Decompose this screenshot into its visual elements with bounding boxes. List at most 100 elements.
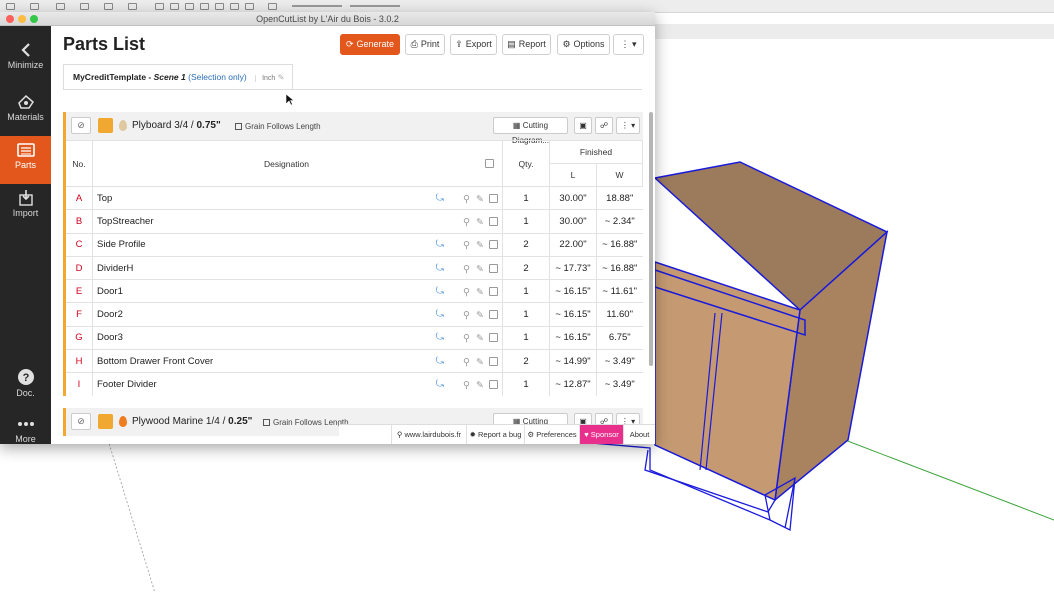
table-row[interactable]: D DividerH ⤿ ⚲ ✎ 2 ~ 17.73" ~ 16.88" — [64, 255, 643, 280]
column-header-designation[interactable]: Designation — [92, 140, 503, 187]
row-checkbox[interactable] — [489, 380, 498, 390]
part-id: C — [64, 232, 93, 257]
pencil-icon[interactable]: ✎ — [475, 287, 484, 298]
minimize-window-button[interactable] — [18, 15, 26, 23]
pencil-icon[interactable]: ✎ — [475, 357, 484, 368]
part-name: TopStreacher — [92, 209, 425, 234]
sidebar: Minimize Materials Parts Import ? Doc. M… — [0, 26, 51, 444]
toggle-visibility-icon[interactable]: ⊘ — [71, 413, 91, 430]
row-checkbox[interactable] — [489, 333, 498, 343]
search-icon[interactable]: ⚲ — [461, 287, 470, 298]
generate-button[interactable]: ⟳ Generate — [340, 34, 400, 55]
rotated-icon: ⤿ — [435, 262, 444, 274]
search-icon[interactable]: ⚲ — [461, 333, 470, 344]
pencil-icon[interactable]: ✎ — [475, 217, 484, 228]
part-quantity: 2 — [502, 349, 550, 373]
close-window-button[interactable] — [6, 15, 14, 23]
search-icon[interactable]: ⚲ — [461, 380, 470, 391]
export-button[interactable]: ⇪ Export — [450, 34, 497, 55]
part-name: DividerH — [92, 255, 425, 280]
table-row[interactable]: A Top ⤿ ⚲ ✎ 1 30.00" 18.88" — [64, 185, 643, 210]
row-checkbox[interactable] — [489, 216, 498, 226]
pencil-icon[interactable]: ✎ — [475, 380, 484, 391]
part-length: ~ 12.87" — [549, 372, 597, 397]
more-menu-button[interactable]: ⋮ ▾ — [613, 34, 644, 55]
table-row[interactable]: E Door1 ⤿ ⚲ ✎ 1 ~ 16.15" ~ 11.61" — [64, 279, 643, 303]
labels-button[interactable]: ▣ — [574, 117, 592, 134]
preferences-link[interactable]: ⚙ Preferences — [524, 425, 579, 444]
search-icon[interactable]: ⚲ — [461, 310, 470, 321]
image-icon: ▣ — [579, 121, 587, 130]
part-length: ~ 16.15" — [549, 279, 597, 303]
row-actions: ⤿ ⚲ ✎ — [424, 349, 503, 373]
search-icon[interactable]: ⚲ — [461, 264, 470, 275]
pencil-icon[interactable]: ✎ — [475, 264, 484, 275]
part-id: I — [64, 372, 93, 397]
table-row[interactable]: G Door3 ⤿ ⚲ ✎ 1 ~ 16.15" 6.75" — [64, 325, 643, 350]
sidebar-item-materials[interactable]: Materials — [0, 88, 51, 136]
row-checkbox[interactable] — [489, 240, 498, 250]
tab-model[interactable]: MyCreditTemplate - Scene 1 (Selection on… — [63, 64, 293, 90]
material-group-header[interactable]: ⊘ Plyboard 3/4 / 0.75" Grain Follows Len… — [63, 112, 643, 145]
sidebar-item-doc[interactable]: ? Doc. — [0, 362, 51, 410]
bug-icon: ✹ — [469, 430, 478, 439]
search-icon[interactable]: ⚲ — [461, 217, 470, 228]
sidebar-item-label: More — [15, 434, 36, 444]
sidebar-item-minimize[interactable]: Minimize — [0, 36, 51, 84]
generate-label: Generate — [356, 39, 395, 49]
pencil-icon[interactable]: ✎ — [475, 333, 484, 344]
table-row[interactable]: F Door2 ⤿ ⚲ ✎ 1 ~ 16.15" 11.60" — [64, 302, 643, 327]
part-quantity: 2 — [502, 255, 550, 280]
more-vertical-icon: ⋮ ▾ — [620, 39, 637, 49]
sidebar-item-import[interactable]: Import — [0, 184, 51, 232]
table-row[interactable]: H Bottom Drawer Front Cover ⤿ ⚲ ✎ 2 ~ 14.99" ~ … — [64, 349, 643, 373]
tab-divider — [63, 89, 642, 90]
zoom-window-button[interactable] — [30, 15, 38, 23]
pencil-icon[interactable]: ✎ — [475, 240, 484, 251]
row-checkbox[interactable] — [489, 356, 498, 366]
group-menu-button[interactable]: ⋮ ▾ — [616, 117, 640, 134]
highlight-button[interactable]: ☍ — [595, 117, 613, 134]
part-width: ~ 16.88" — [596, 255, 643, 280]
pencil-icon[interactable]: ✎ — [278, 73, 285, 82]
sponsor-button[interactable]: ♥ Sponsor — [579, 425, 623, 444]
material-thickness: 0.25" — [228, 416, 253, 427]
toggle-visibility-icon[interactable]: ⊘ — [71, 117, 91, 134]
scrollbar[interactable] — [649, 112, 653, 366]
part-name: Footer Divider — [92, 372, 425, 397]
pencil-icon[interactable]: ✎ — [475, 310, 484, 321]
template-name: MyCreditTemplate - — [73, 72, 154, 82]
column-header-width[interactable]: W — [596, 163, 643, 187]
grain-label: Grain Follows Length — [245, 122, 321, 131]
about-link[interactable]: About — [623, 425, 655, 444]
cutting-diagram-button[interactable]: ▦ Cutting Diagram... — [493, 117, 568, 145]
search-icon[interactable]: ⚲ — [461, 194, 470, 205]
row-checkbox[interactable] — [489, 193, 498, 203]
sidebar-item-parts[interactable]: Parts — [0, 136, 51, 184]
pencil-icon[interactable]: ✎ — [475, 194, 484, 205]
row-checkbox[interactable] — [489, 263, 498, 273]
part-width: ~ 11.61" — [596, 279, 643, 303]
part-name: Top — [92, 185, 425, 210]
search-icon[interactable]: ⚲ — [461, 357, 470, 368]
website-link[interactable]: ⚲ www.lairdubois.fr — [391, 425, 466, 444]
print-button[interactable]: ⎙ Print — [405, 34, 445, 55]
search-icon[interactable]: ⚲ — [461, 240, 470, 251]
report-bug-link[interactable]: ✹ Report a bug — [466, 425, 524, 444]
window-titlebar[interactable]: OpenCutList by L'Air du Bois - 3.0.2 — [0, 12, 655, 26]
table-row[interactable]: I Footer Divider ⤿ ⚲ ✎ 1 ~ 12.87" ~ 3.49" — [64, 372, 643, 397]
table-row[interactable]: B TopStreacher ⚲ ✎ 1 30.00" ~ 2.34" — [64, 209, 643, 234]
column-header-length[interactable]: L — [549, 163, 597, 187]
rotated-icon: ⤿ — [435, 285, 444, 297]
row-checkbox[interactable] — [489, 310, 498, 320]
sidebar-item-more[interactable]: More — [0, 410, 51, 444]
report-button[interactable]: ▤ Report — [502, 34, 551, 55]
select-all-checkbox[interactable] — [485, 158, 494, 168]
options-button[interactable]: ⚙ Options — [557, 34, 610, 55]
opencutlist-window: OpenCutList by L'Air du Bois - 3.0.2 Min… — [0, 12, 655, 444]
table-row[interactable]: C Side Profile ⤿ ⚲ ✎ 2 22.00" ~ 16.88" — [64, 232, 643, 257]
column-header-no[interactable]: No. — [64, 140, 93, 187]
row-checkbox[interactable] — [489, 286, 498, 296]
column-header-qty[interactable]: Qty. — [502, 140, 550, 187]
part-length: ~ 17.73" — [549, 255, 597, 280]
